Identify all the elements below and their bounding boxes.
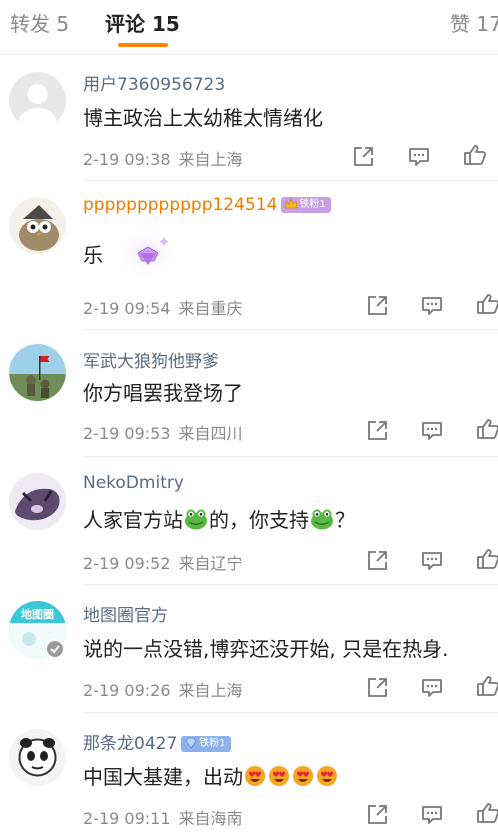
- divider: [83, 329, 498, 330]
- comment-text-part: 的，你支持: [209, 508, 309, 532]
- comment-location: 来自海南: [178, 809, 243, 828]
- verified-icon: [45, 639, 65, 659]
- comment-time: 2-19 09:52: [83, 554, 171, 573]
- divider: [83, 712, 498, 713]
- comment-time: 2-19 09:11: [83, 809, 171, 828]
- crown-icon: [283, 196, 299, 217]
- comment-icon[interactable]: [419, 293, 445, 319]
- username[interactable]: pppppppppppp124514 铁粉1: [83, 195, 331, 215]
- comment-text-part: ？: [335, 508, 355, 532]
- comment-text: 你方唱罢我登场了: [83, 381, 243, 405]
- username[interactable]: 地图圈官方: [83, 601, 168, 626]
- comment-location: 来自上海: [178, 150, 243, 169]
- comment-meta: 2-19 09:52 来自辽宁: [83, 550, 243, 574]
- username[interactable]: 那条龙0427 铁粉1: [83, 729, 231, 754]
- fan-badge: 铁粉1: [281, 197, 331, 213]
- comment-location: 来自辽宁: [178, 554, 243, 573]
- comment-icon[interactable]: [419, 802, 445, 828]
- fan-badge: 铁粉1: [181, 736, 231, 752]
- username[interactable]: NekoDmitry: [83, 473, 184, 493]
- share-icon[interactable]: [364, 293, 390, 319]
- username[interactable]: 用户7360956723: [83, 70, 225, 95]
- avatar[interactable]: [9, 729, 66, 786]
- share-icon[interactable]: [364, 548, 390, 574]
- comment-meta: 2-19 09:53 来自四川: [83, 420, 243, 444]
- comment-time: 2-19 09:54: [83, 299, 171, 318]
- comment-meta: 2-19 09:54 来自重庆: [83, 295, 243, 319]
- heart-eyes-emoji-icon: [316, 765, 338, 792]
- comment-location: 来自上海: [178, 681, 243, 700]
- comment-time: 2-19 09:26: [83, 681, 171, 700]
- diamond-icon: [183, 735, 199, 756]
- tab-likes[interactable]: 赞 17: [450, 8, 498, 37]
- frog-emoji-icon: [310, 508, 334, 535]
- like-icon[interactable]: [475, 291, 498, 317]
- comment-text: 人家官方站 的，你支持 ？: [83, 504, 355, 535]
- comment-text-part: 人家官方站: [83, 508, 183, 532]
- heart-eyes-emoji-icon: [244, 765, 266, 792]
- comment-text-part: 中国大基建，出动: [83, 765, 243, 789]
- comment-text: 中国大基建，出动: [83, 761, 339, 792]
- comment-icon[interactable]: [406, 144, 432, 170]
- like-icon[interactable]: [475, 416, 498, 442]
- divider: [83, 456, 498, 457]
- share-icon[interactable]: [364, 802, 390, 828]
- comment-time: 2-19 09:38: [83, 150, 171, 169]
- comment-meta: 2-19 09:38 来自上海: [83, 146, 243, 170]
- tab-comments[interactable]: 评论 15: [105, 8, 180, 37]
- username-text: 那条龙0427: [83, 734, 178, 754]
- heart-eyes-emoji-icon: [268, 765, 290, 792]
- comment-meta: 2-19 09:11 来自海南: [83, 805, 243, 829]
- comment-icon[interactable]: [419, 548, 445, 574]
- share-icon[interactable]: [364, 675, 390, 701]
- gem-sticker-icon: [112, 225, 182, 281]
- comment-tabs: 转发 5 评论 15 赞 17: [0, 0, 498, 55]
- comment-location: 来自重庆: [178, 299, 243, 318]
- comment-icon[interactable]: [419, 418, 445, 444]
- avatar[interactable]: [9, 473, 66, 530]
- avatar[interactable]: [9, 197, 66, 254]
- username-text: pppppppppppp124514: [83, 195, 278, 215]
- like-icon[interactable]: [462, 142, 488, 168]
- svg-text:地图圈: 地图圈: [21, 607, 54, 621]
- like-icon[interactable]: [475, 800, 498, 826]
- like-icon[interactable]: [475, 546, 498, 572]
- comment-time: 2-19 09:53: [83, 424, 171, 443]
- fan-badge-label: 铁粉1: [199, 738, 226, 749]
- comment-text: 说的一点没错,博弈还没开始, 只是在热身.: [83, 637, 449, 661]
- comment-text: 乐: [83, 243, 103, 267]
- share-icon[interactable]: [364, 418, 390, 444]
- like-icon[interactable]: [475, 673, 498, 699]
- frog-emoji-icon: [184, 508, 208, 535]
- active-tab-indicator: [118, 43, 168, 47]
- avatar[interactable]: [9, 72, 66, 129]
- tab-reposts[interactable]: 转发 5: [10, 8, 69, 37]
- comment-icon[interactable]: [419, 675, 445, 701]
- username[interactable]: 军武大狼狗他野爹: [83, 347, 219, 372]
- fan-badge-label: 铁粉1: [299, 199, 326, 210]
- comment-location: 来自四川: [178, 424, 243, 443]
- share-icon[interactable]: [350, 144, 376, 170]
- avatar[interactable]: [9, 344, 66, 401]
- heart-eyes-emoji-icon: [292, 765, 314, 792]
- divider: [83, 180, 498, 181]
- comment-meta: 2-19 09:26 来自上海: [83, 677, 243, 701]
- comment-text: 博主政治上太幼稚太情绪化: [83, 106, 323, 130]
- divider: [83, 584, 498, 585]
